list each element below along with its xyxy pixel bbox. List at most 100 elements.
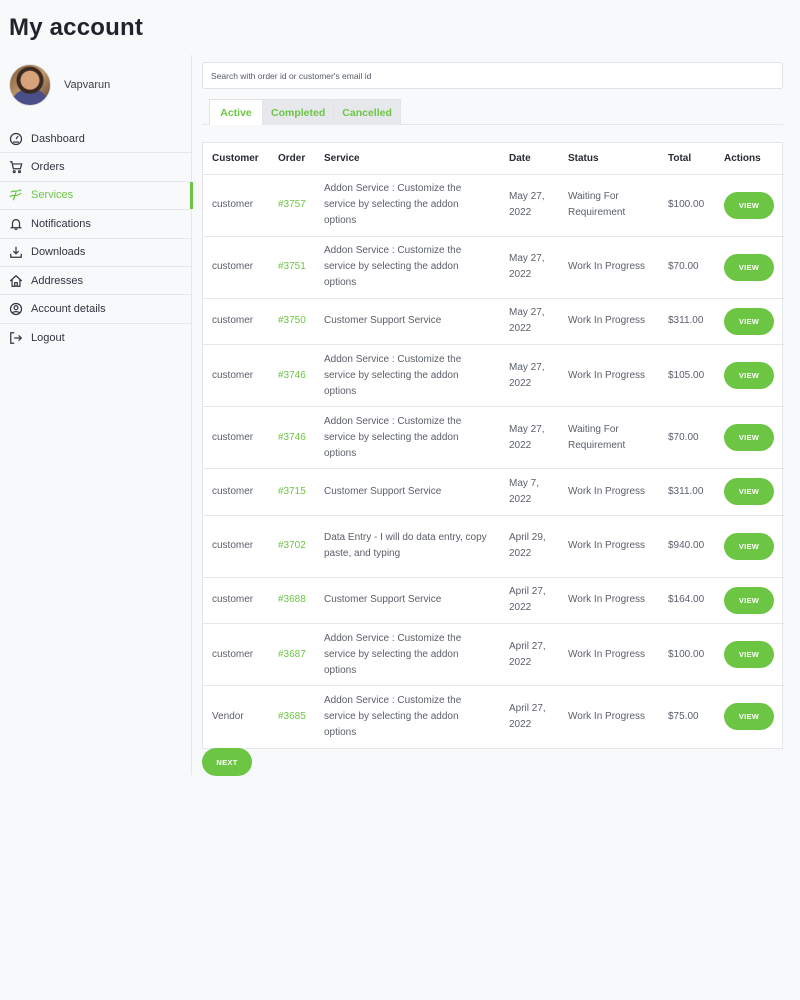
order-link[interactable]: #3746 [269, 344, 315, 407]
sidebar-item-account-details[interactable]: Account details [0, 295, 192, 324]
actions-cell: VIEW [715, 298, 784, 345]
customer-cell: customer [203, 406, 269, 469]
order-link[interactable]: #3702 [269, 515, 315, 578]
search-input[interactable] [202, 62, 783, 89]
username: Vapvarun [64, 79, 111, 91]
status-cell: Work In Progress [559, 515, 659, 578]
service-cell: Addon Service : Customize the service by… [315, 406, 500, 469]
order-link[interactable]: #3715 [269, 468, 315, 516]
order-link[interactable]: #3687 [269, 623, 315, 686]
service-cell: Customer Support Service [315, 468, 500, 516]
total-cell: $70.00 [659, 236, 715, 299]
service-cell: Data Entry - I will do data entry, copy … [315, 515, 500, 578]
sidebar-item-orders[interactable]: Orders [0, 153, 192, 182]
date-cell: May 27, 2022 [500, 298, 559, 345]
actions-cell: VIEW [715, 236, 784, 299]
table-row: customer #3757 Addon Service : Customize t… [203, 174, 784, 237]
services-icon [9, 188, 23, 202]
column-header-date: Date [500, 143, 559, 175]
actions-cell: VIEW [715, 577, 784, 624]
view-button[interactable]: VIEW [724, 253, 774, 281]
table-row: customer #3687 Addon Service : Customize t… [203, 623, 784, 686]
service-cell: Addon Service : Customize the service by… [324, 694, 462, 738]
table-row: customer #3715 Customer Support Service May… [203, 468, 784, 516]
tab-cancelled[interactable]: Cancelled [334, 99, 401, 125]
order-link[interactable]: #3688 [269, 577, 315, 624]
column-header-order: Order [269, 143, 315, 175]
date-cell: May 27, 2022 [500, 236, 559, 299]
customer-cell: customer [203, 468, 269, 516]
table-row: customer #3746 Addon Service : Customize t… [203, 406, 784, 469]
sidebar-item-notifications[interactable]: Notifications [0, 210, 192, 239]
total-cell: $940.00 [659, 515, 715, 578]
status-cell: Work In Progress [559, 344, 659, 407]
customer-cell: Vendor [212, 710, 244, 722]
date-cell: April 27, 2022 [509, 702, 546, 730]
table-header-row: Customer Order Service Date Status Total Actio… [203, 143, 784, 175]
service-cell: Addon Service : Customize the service by… [315, 236, 500, 299]
sidebar-item-label: Services [31, 189, 74, 202]
sidebar-item-label: Addresses [31, 274, 83, 287]
order-link[interactable]: #3751 [269, 236, 315, 299]
column-header-total: Total [659, 143, 715, 175]
tabs: Active Completed Cancelled [202, 99, 783, 125]
tab-completed[interactable]: Completed [263, 99, 335, 125]
status-cell: Work In Progress [559, 468, 659, 516]
customer-cell: customer [203, 174, 269, 237]
order-link[interactable]: #3685 [269, 686, 315, 748]
view-button[interactable]: VIEW [724, 362, 774, 389]
table-row: customer #3702 Data Entry - I will do data… [203, 515, 784, 578]
user-circle-icon [9, 302, 23, 316]
view-button[interactable]: VIEW [724, 586, 774, 614]
total-cell: $100.00 [659, 623, 715, 686]
tab-active[interactable]: Active [209, 99, 263, 125]
date-cell: May 27, 2022 [500, 344, 559, 407]
table-row: Vendor #3685 Addon Service : Customize the… [203, 686, 784, 748]
actions-cell: VIEW [715, 686, 784, 748]
date-cell: April 27, 2022 [500, 577, 559, 624]
download-icon [9, 245, 23, 259]
status-cell: Waiting For Requirement [559, 174, 659, 237]
sidebar-item-dashboard[interactable]: Dashboard [0, 125, 192, 154]
sidebar-item-downloads[interactable]: Downloads [0, 239, 192, 267]
date-cell: May 7, 2022 [500, 468, 559, 516]
view-button[interactable]: VIEW [724, 424, 774, 451]
order-link[interactable]: #3746 [269, 406, 315, 469]
service-cell: Customer Support Service [315, 577, 500, 624]
order-link[interactable]: #3757 [269, 174, 315, 237]
actions-cell: VIEW [715, 406, 784, 469]
actions-cell: VIEW [715, 344, 784, 407]
table-row: customer #3746 Addon Service : Customize t… [203, 344, 784, 407]
view-button[interactable]: VIEW [724, 532, 774, 560]
total-cell: $70.00 [659, 406, 715, 469]
date-cell: May 27, 2022 [500, 406, 559, 469]
customer-cell: customer [203, 515, 269, 578]
service-cell: Addon Service : Customize the service by… [315, 344, 500, 407]
sidebar-nav: Dashboard Orders Services Notifications Down… [0, 125, 193, 352]
view-button[interactable]: VIEW [724, 641, 774, 668]
next-button[interactable]: NEXT [202, 748, 252, 776]
view-button[interactable]: VIEW [724, 191, 774, 219]
customer-cell: customer [203, 344, 269, 407]
avatar [9, 64, 51, 106]
view-button[interactable]: VIEW [724, 307, 774, 335]
sidebar-item-logout[interactable]: Logout [0, 324, 192, 352]
order-link[interactable]: #3750 [269, 298, 315, 345]
sidebar-item-services[interactable]: Services [0, 181, 193, 211]
page-title: My account [9, 14, 144, 41]
sidebar-item-label: Orders [31, 161, 65, 174]
bell-icon [9, 217, 23, 231]
view-button[interactable]: VIEW [724, 703, 774, 731]
table-body: customer #3757 Addon Service : Customize t… [203, 174, 784, 748]
date-cell: April 27, 2022 [500, 623, 559, 686]
date-cell: May 27, 2022 [500, 174, 559, 237]
total-cell: $100.00 [659, 174, 715, 237]
total-cell: $311.00 [659, 468, 715, 516]
dashboard-gauge-icon [9, 132, 23, 146]
view-button[interactable]: VIEW [724, 478, 774, 506]
sidebar-item-label: Account details [31, 303, 106, 316]
sidebar-item-label: Logout [31, 331, 65, 344]
sidebar-item-addresses[interactable]: Addresses [0, 267, 192, 296]
status-cell: Work In Progress [559, 298, 659, 345]
status-cell: Waiting For Requirement [559, 406, 659, 469]
